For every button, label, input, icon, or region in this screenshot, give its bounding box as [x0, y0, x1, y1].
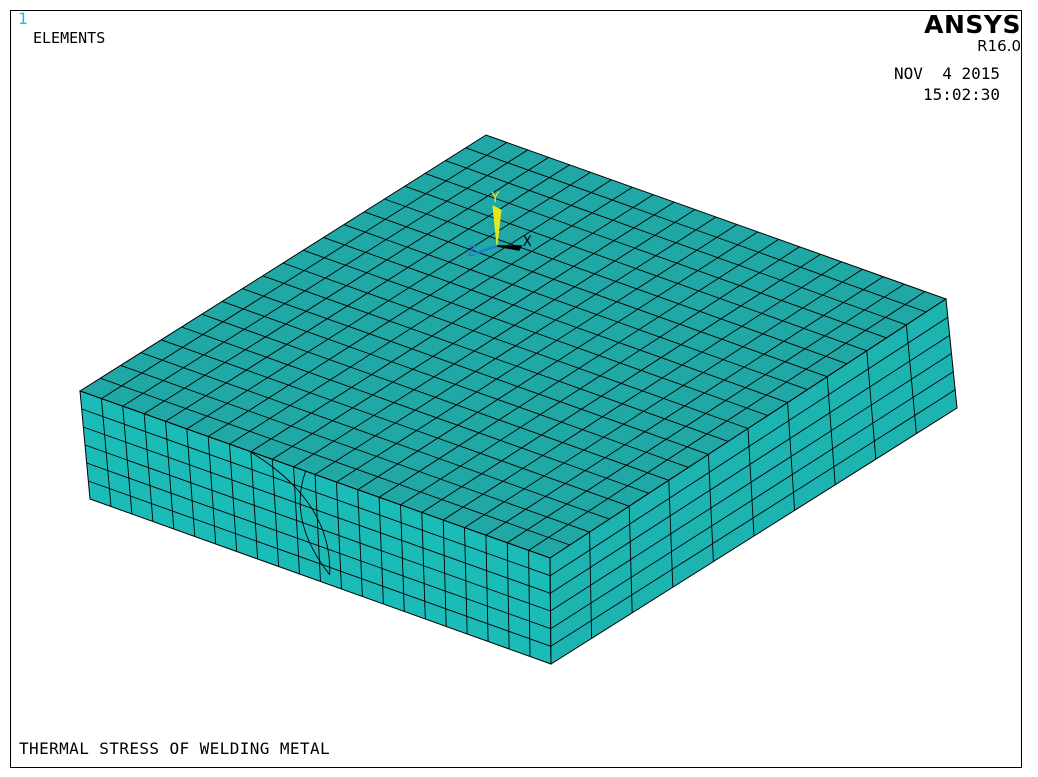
release-label: R16.0 — [977, 37, 1021, 55]
element-mesh — [78, 134, 958, 665]
date-stamp: NOV 4 2015 — [894, 64, 1000, 83]
model-viewport[interactable]: Y X Z — [0, 0, 1038, 777]
ansys-logo: ANSYS — [924, 10, 1021, 39]
triad-y-label: Y — [491, 190, 500, 206]
triad-x-label: X — [523, 234, 532, 250]
plot-type-label: ELEMENTS — [33, 29, 106, 47]
plot-title: THERMAL STRESS OF WELDING METAL — [19, 739, 331, 758]
time-stamp: 15:02:30 — [922, 85, 1000, 104]
window-number: 1 — [18, 9, 28, 28]
triad-z-label: Z — [467, 244, 475, 260]
